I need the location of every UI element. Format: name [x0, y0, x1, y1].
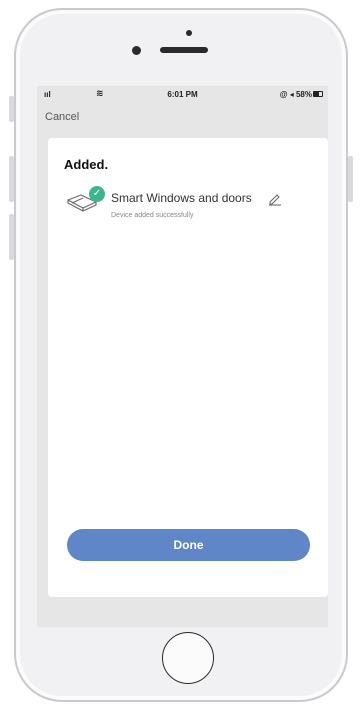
done-button[interactable]: Done — [67, 529, 310, 561]
pencil-icon[interactable] — [268, 192, 282, 206]
page-title: Added. — [64, 157, 109, 172]
check-icon: ✓ — [89, 186, 105, 202]
result-card: Added. ✓ Smart Windows and doors Device … — [48, 138, 328, 597]
device-name: Smart Windows and doors — [111, 191, 252, 205]
status-bar: ııl ≋ 6:01 PM @ ◂ 58% — [37, 86, 328, 104]
battery-icon — [313, 91, 323, 97]
front-camera — [132, 46, 141, 55]
earpiece-speaker — [160, 47, 208, 53]
front-sensor — [186, 30, 192, 36]
home-button[interactable] — [162, 632, 214, 684]
device-status: Device added successfully — [111, 212, 194, 219]
status-right-info: @ ◂ 58% — [279, 90, 312, 99]
power-button — [348, 156, 353, 202]
cancel-button[interactable]: Cancel — [45, 111, 79, 123]
phone-screen: ııl ≋ 6:01 PM @ ◂ 58% Cancel Added. ✓ Sm… — [37, 86, 328, 627]
